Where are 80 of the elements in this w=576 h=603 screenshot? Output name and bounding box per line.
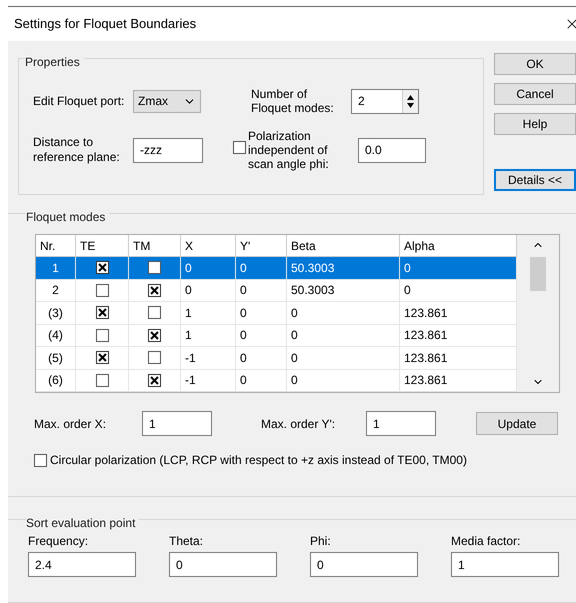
scroll-thumb[interactable] [530, 257, 546, 291]
dialog-button[interactable]: Cancel [494, 83, 576, 105]
checkbox[interactable] [96, 351, 108, 364]
checkbox[interactable] [34, 454, 47, 466]
field-label: Edit Floquet port: [33, 93, 126, 110]
table-cell: 1 [181, 324, 236, 347]
column-header[interactable]: TM [129, 235, 181, 256]
field-label: Distance to reference plane: [33, 135, 121, 165]
checkbox[interactable] [96, 374, 108, 387]
table-cell: -1 [181, 370, 236, 392]
table-cell: 0 [181, 257, 236, 280]
input-field[interactable]: 0.0 [358, 138, 426, 162]
table-cell: 0 [287, 324, 400, 347]
table-cell: 50.3003 [287, 257, 400, 280]
scrollbar[interactable] [517, 235, 559, 392]
column-header[interactable]: X [181, 235, 236, 256]
field-label: Phi: [310, 533, 332, 550]
checkbox[interactable] [148, 328, 161, 342]
input-field[interactable]: 0 [310, 552, 418, 577]
table-cell[interactable]: (3) [36, 302, 76, 324]
input-field[interactable]: -zzz [133, 138, 203, 162]
input-field[interactable]: 1 [451, 552, 559, 577]
input-field[interactable]: 0 [169, 552, 277, 577]
column-header[interactable]: Y' [236, 235, 287, 256]
field-label: Frequency: [28, 533, 90, 550]
table-cell: 0 [236, 347, 287, 370]
up-arrow-icon [407, 94, 414, 100]
table-cell[interactable]: 2 [36, 280, 76, 302]
checkbox[interactable] [148, 306, 161, 320]
window-title: Settings for Floquet Boundaries [14, 15, 196, 34]
field-label: Max. order X: [34, 416, 108, 432]
column-header[interactable]: Nr. [36, 235, 76, 256]
dialog-button[interactable]: Details << [494, 169, 576, 191]
dialog-button[interactable]: Help [494, 113, 576, 135]
table-cell: 50.3003 [287, 280, 400, 302]
table-cell: 0 [287, 370, 400, 392]
input-field[interactable]: 2.4 [28, 552, 136, 577]
table-cell: 0 [236, 370, 287, 392]
table-cell: 0 [181, 280, 236, 302]
field-label: Theta: [169, 533, 204, 550]
field-label: Number of Floquet modes: [251, 87, 335, 115]
table-cell: -1 [181, 347, 236, 370]
checkbox[interactable] [148, 374, 161, 387]
table-cell: 0 [236, 280, 287, 302]
spin-buttons[interactable] [402, 90, 418, 112]
table-cell: 0 [236, 302, 287, 324]
table-cell: 0 [287, 347, 400, 370]
table-cell: 0 [400, 257, 517, 280]
table-cell: 0 [287, 302, 400, 324]
checkbox-label: Polarization independent of scan angle phi: [248, 129, 330, 171]
group-title: Properties [25, 55, 84, 69]
down-arrow-icon [407, 102, 414, 108]
column-header[interactable]: TE [76, 235, 129, 256]
group-title: Sort evaluation point [26, 516, 140, 530]
column-header[interactable]: Beta [287, 235, 400, 256]
spin-field[interactable]: 2 [351, 88, 419, 114]
table-cell[interactable]: (5) [36, 347, 76, 370]
checkbox[interactable] [96, 284, 108, 297]
table-cell[interactable]: 1 [36, 257, 76, 280]
table-cell: 0 [236, 324, 287, 347]
checkbox[interactable] [96, 328, 108, 342]
table-cell[interactable]: (6) [36, 370, 76, 392]
port-dropdown[interactable]: Zmax [133, 90, 201, 112]
table-cell[interactable]: (4) [36, 324, 76, 347]
checkbox[interactable] [96, 306, 108, 320]
table-cell: 1 [181, 302, 236, 324]
update-button[interactable]: Update [476, 412, 558, 435]
field-label: Media factor: [451, 533, 522, 550]
group-title: Floquet modes [26, 210, 110, 224]
field-label: Max. order Y': [261, 416, 336, 432]
input-field[interactable]: 1 [142, 411, 212, 436]
checkbox[interactable] [96, 261, 108, 274]
checkbox[interactable] [148, 261, 161, 274]
checkbox[interactable] [233, 141, 246, 154]
checkbox[interactable] [148, 351, 161, 364]
table-cell: 0 [236, 257, 287, 280]
dialog-button[interactable]: OK [494, 53, 576, 75]
checkbox[interactable] [148, 284, 161, 297]
checkbox-label: Circular polarization (LCP, RCP with respect to +z axis instead of TE00, TM00) [50, 452, 467, 469]
input-field[interactable]: 1 [366, 411, 436, 436]
